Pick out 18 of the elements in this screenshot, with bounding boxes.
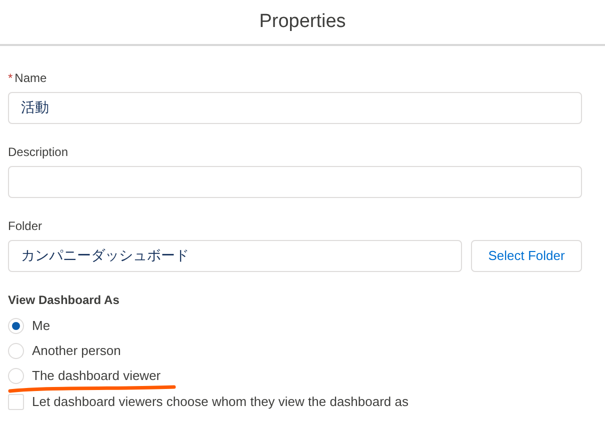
text-field[interactable]: 活動	[8, 92, 582, 124]
folder-field[interactable]: カンパニーダッシュボード	[8, 240, 462, 272]
field-label: Name	[14, 70, 47, 87]
dialog-title: Properties	[259, 10, 346, 34]
radio-button[interactable]	[8, 368, 24, 384]
required-mark: *	[8, 70, 13, 87]
checkbox[interactable]	[8, 394, 24, 410]
radio-label: Me	[32, 316, 50, 335]
checkbox-label: Let dashboard viewers choose whom they view the dashboard as	[32, 393, 408, 412]
radio-button[interactable]	[8, 342, 24, 358]
group-label: View Dashboard As	[8, 292, 120, 309]
select-folder-button[interactable]: Select Folder	[471, 240, 582, 272]
radio-label: The dashboard viewer	[32, 366, 161, 385]
field-label: Description	[8, 144, 68, 161]
radio-button[interactable]	[8, 318, 24, 334]
text-field[interactable]	[8, 166, 582, 198]
radio-label: Another person	[32, 342, 121, 360]
field-label: Folder	[8, 218, 42, 235]
